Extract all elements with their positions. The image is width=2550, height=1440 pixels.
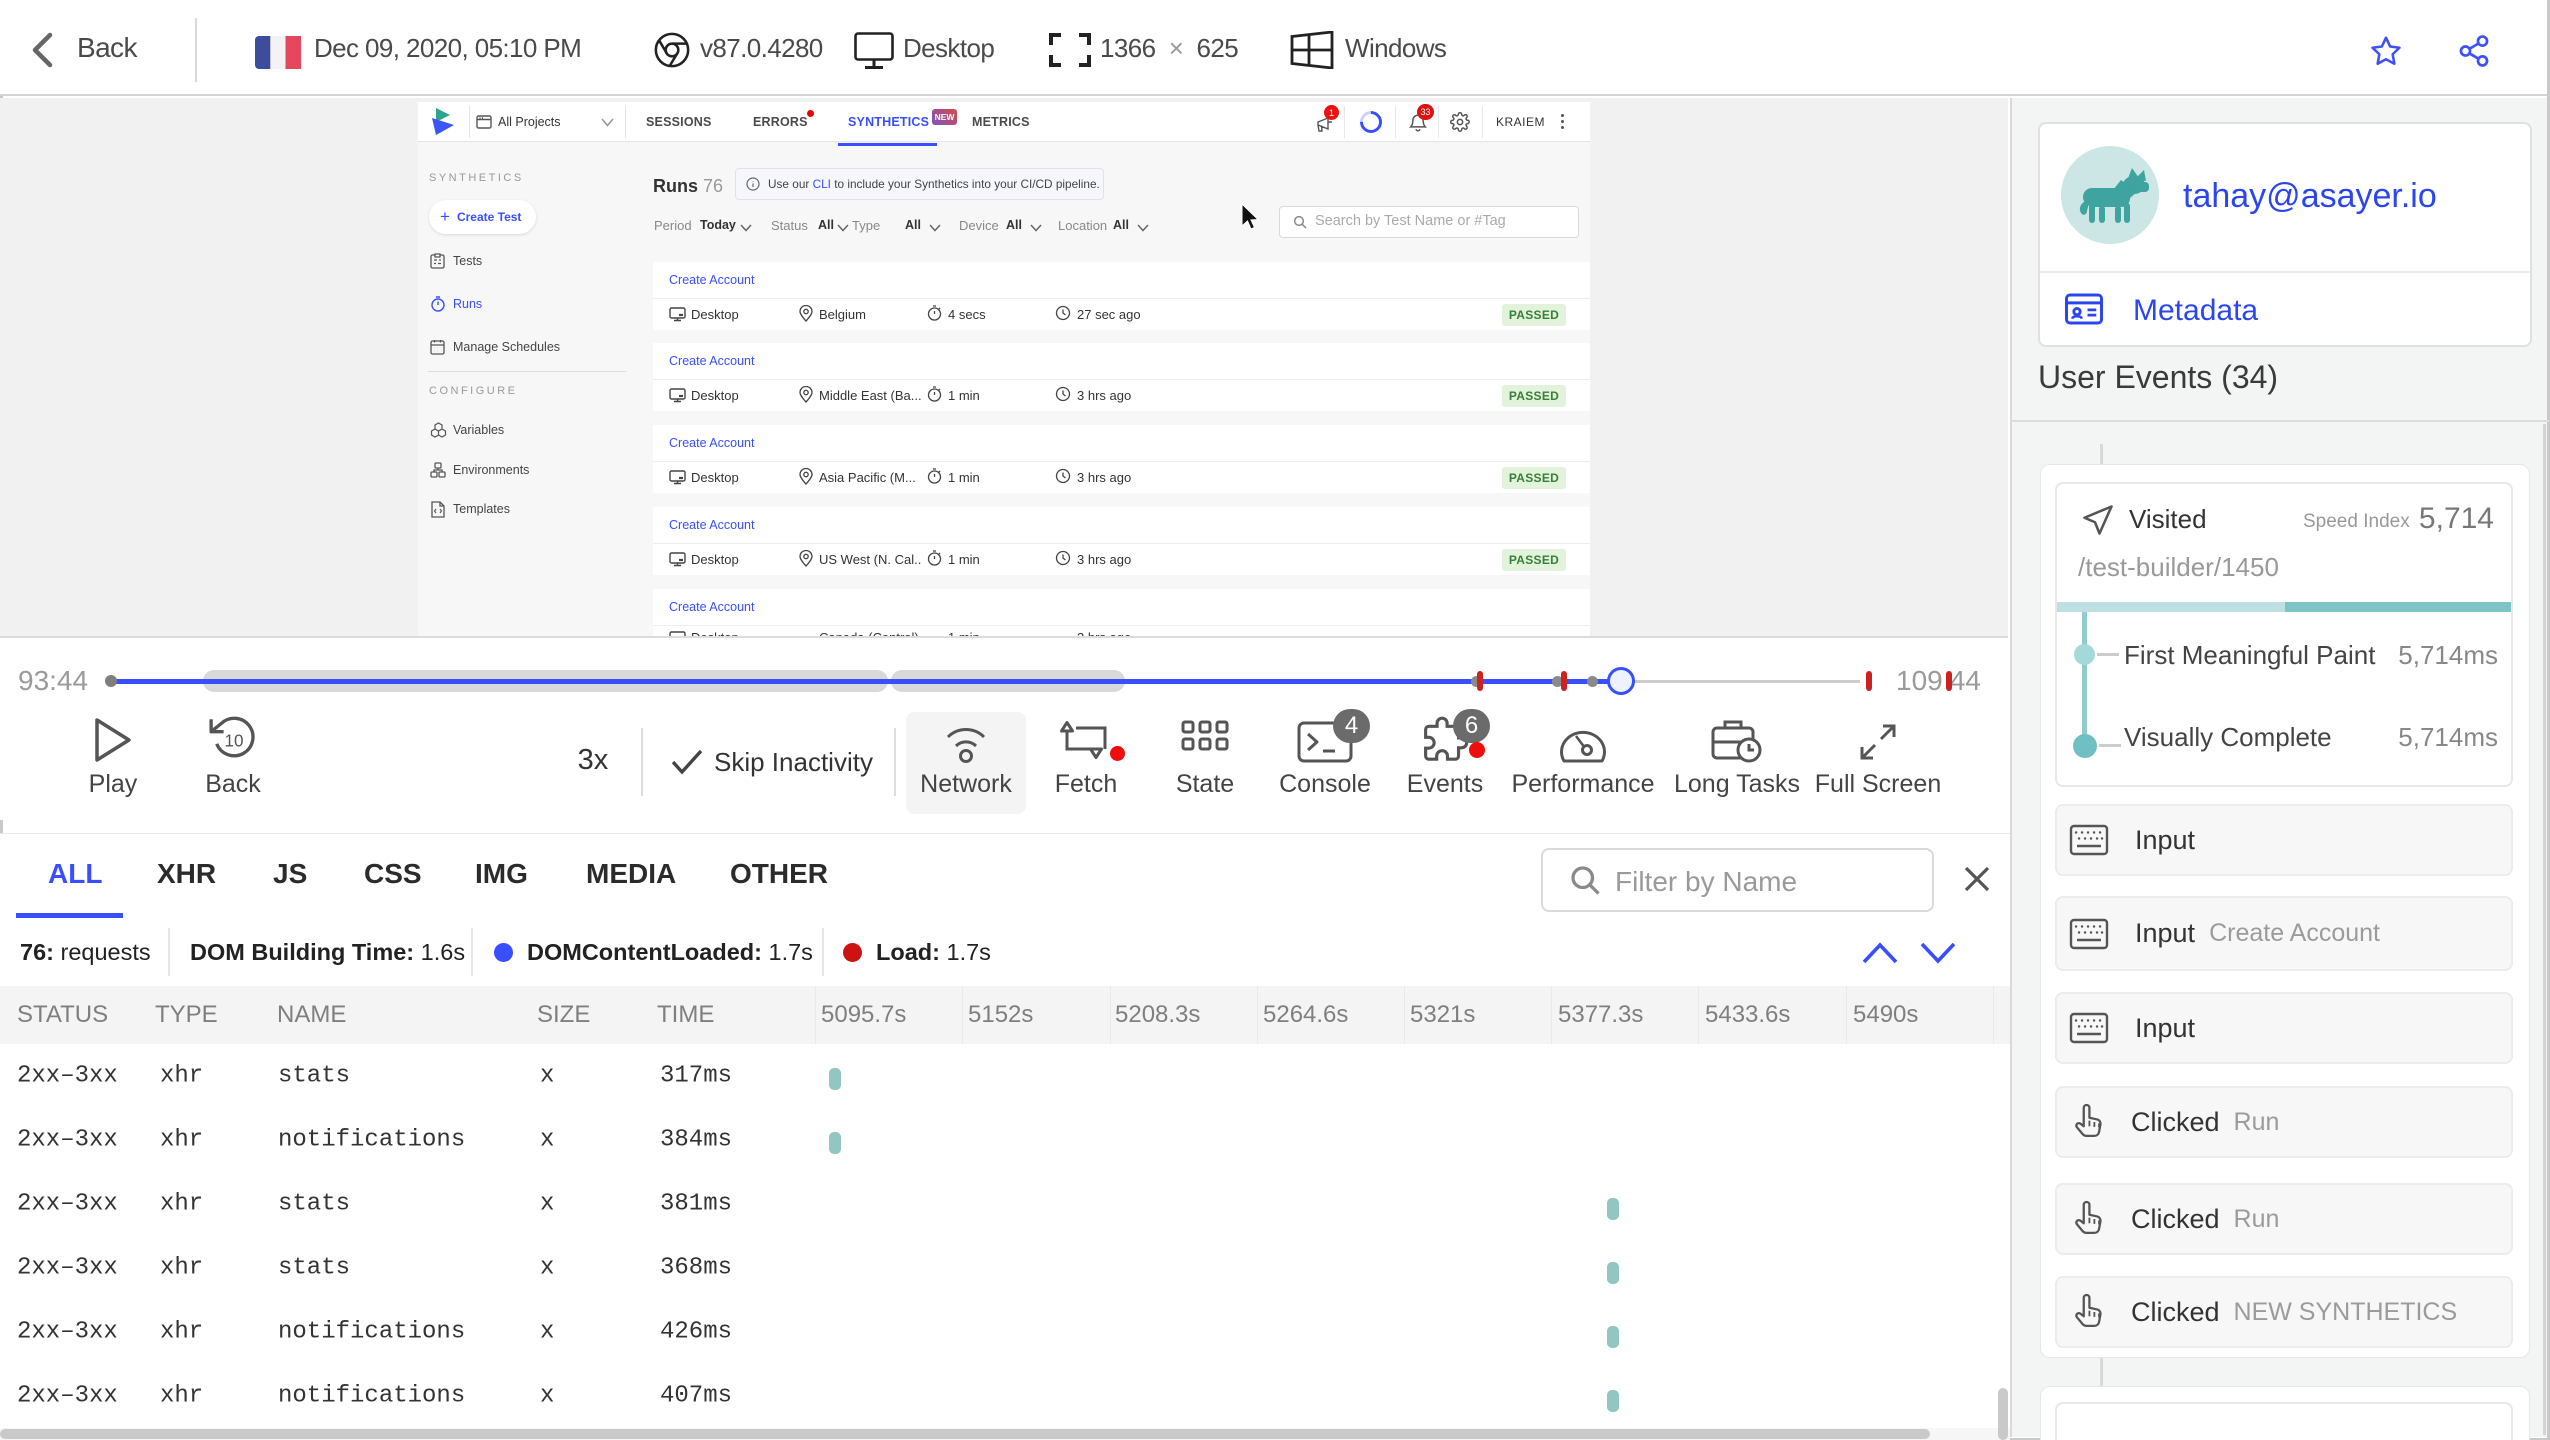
svg-text:10: 10 bbox=[225, 731, 244, 750]
